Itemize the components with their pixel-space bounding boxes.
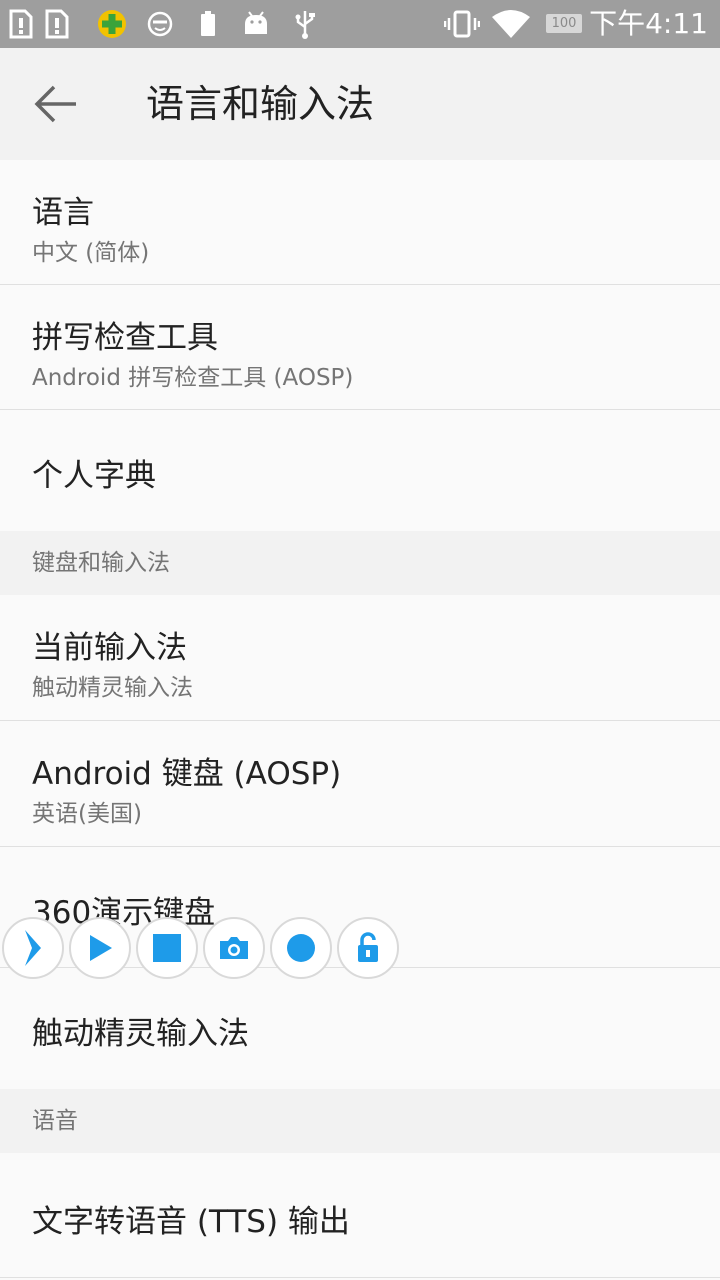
section-header-keyboard: 键盘和输入法: [0, 531, 720, 595]
setting-item-touch-ime[interactable]: 触动精灵输入法: [0, 968, 720, 1089]
camera-icon: [220, 937, 248, 959]
vibrate-icon: [444, 0, 480, 48]
item-title: Android 键盘 (AOSP): [32, 756, 342, 792]
item-summary: Android 拼写检查工具 (AOSP): [32, 365, 354, 391]
play-icon: [90, 935, 112, 961]
stop-button[interactable]: [136, 917, 198, 979]
battery-icon: [198, 0, 218, 48]
face-icon: [146, 0, 174, 48]
item-title: 触动精灵输入法: [32, 1016, 249, 1052]
section-title: 键盘和输入法: [32, 550, 170, 576]
item-title: 拼写检查工具: [32, 320, 218, 356]
sim-alert-icon: [8, 0, 34, 48]
lock-button[interactable]: [337, 917, 399, 979]
screenshot-button[interactable]: [203, 917, 265, 979]
wifi-icon: [490, 0, 532, 48]
item-title: 当前输入法: [32, 630, 187, 666]
section-title: 语音: [32, 1108, 78, 1134]
chevron-right-icon: [25, 930, 41, 966]
record-button[interactable]: [270, 917, 332, 979]
setting-item-current-ime[interactable]: 当前输入法 触动精灵输入法: [0, 595, 720, 721]
setting-item-tts-output[interactable]: 文字转语音 (TTS) 输出: [0, 1153, 720, 1278]
page-title: 语言和输入法: [146, 82, 375, 126]
setting-item-spellcheck[interactable]: 拼写检查工具 Android 拼写检查工具 (AOSP): [0, 285, 720, 410]
collapse-button[interactable]: [2, 917, 64, 979]
360-security-icon: [96, 0, 128, 48]
sim-alert-icon: [44, 0, 70, 48]
clock: 下午4:11: [589, 7, 708, 40]
back-button[interactable]: [20, 68, 92, 140]
battery-level: 100: [546, 14, 582, 33]
item-summary: 英语(美国): [32, 801, 142, 827]
setting-item-android-keyboard[interactable]: Android 键盘 (AOSP) 英语(美国): [0, 721, 720, 847]
item-summary: 触动精灵输入法: [32, 675, 193, 701]
record-icon: [287, 934, 315, 962]
floating-toolbar: [0, 917, 410, 985]
setting-item-language[interactable]: 语言 中文 (简体): [0, 160, 720, 285]
stop-icon: [153, 934, 181, 962]
section-header-voice: 语音: [0, 1089, 720, 1153]
back-arrow-icon: [34, 85, 76, 123]
item-summary: 中文 (简体): [32, 240, 150, 266]
play-button[interactable]: [69, 917, 131, 979]
item-title: 文字转语音 (TTS) 输出: [32, 1204, 350, 1240]
app-toolbar: 语言和输入法: [0, 48, 720, 160]
unlock-icon: [358, 932, 378, 962]
status-bar: 100 下午4:11: [0, 0, 720, 48]
item-title: 个人字典: [32, 458, 156, 494]
item-title: 语言: [32, 195, 94, 231]
usb-icon: [292, 0, 318, 48]
setting-item-personal-dictionary[interactable]: 个人字典: [0, 410, 720, 531]
android-debug-icon: [242, 0, 270, 48]
